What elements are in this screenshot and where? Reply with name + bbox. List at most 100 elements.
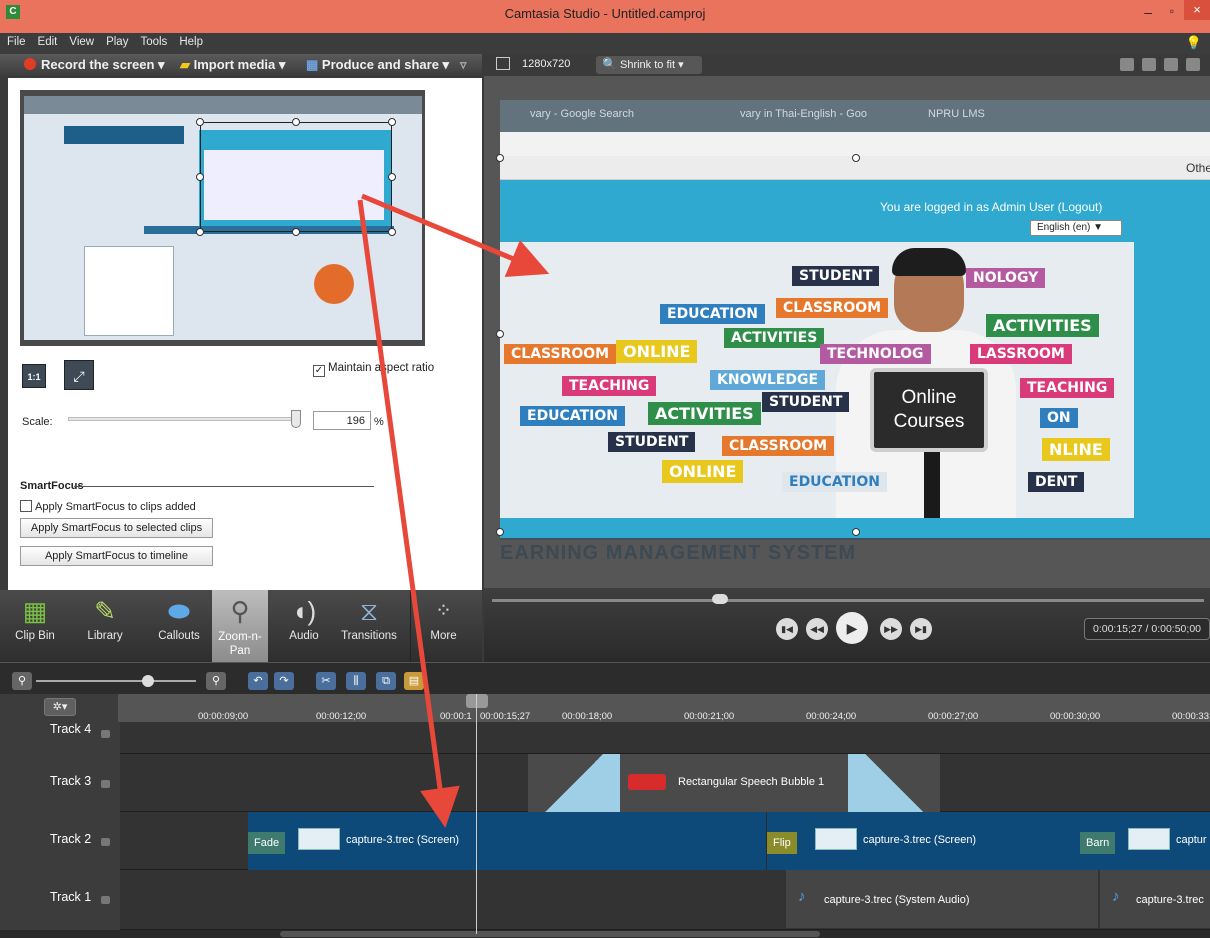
zoom-out-icon[interactable]: ⚲ (12, 672, 32, 690)
screen-clip-1[interactable]: Fade capture-3.trec (Screen) (248, 812, 786, 870)
play-icon[interactable]: ▶ (836, 612, 868, 644)
online-courses-sign: Online Courses (870, 368, 988, 452)
menu-play[interactable]: Play (99, 33, 133, 48)
video-frame: vary - Google Search vary in Thai-Englis… (496, 100, 1210, 564)
preview-canvas[interactable]: vary - Google Search vary in Thai-Englis… (484, 76, 1210, 588)
record-screen-button[interactable]: Record the screen ▾ (24, 57, 165, 73)
transition-barn[interactable]: Barn (1080, 832, 1116, 854)
menu-tools[interactable]: Tools (133, 33, 172, 48)
timeline-scrollbar[interactable] (0, 930, 1210, 938)
task-tabs: ▦ Clip Bin ✎ Library ⬬ Callouts ⚲ Zoom-n- Pa… (0, 590, 482, 662)
track-4: Track 4 (0, 722, 1210, 754)
main-toolbar: Record the screen ▾ ▰ Import media ▾ ▦ P… (0, 54, 482, 76)
split-icon[interactable]: ⫼ (346, 672, 366, 690)
more-icon: ⁘ (435, 600, 452, 622)
menu-help[interactable]: Help (172, 33, 208, 48)
callout-clip[interactable]: Rectangular Speech Bubble 1 (528, 754, 940, 812)
library-icon: ✎ (94, 596, 116, 626)
fullscreen-icon[interactable] (1164, 58, 1178, 71)
transition-fade[interactable]: Fade (248, 832, 286, 854)
lightbulb-icon[interactable]: 💡 (1186, 35, 1202, 51)
scale-slider-thumb[interactable] (291, 410, 301, 428)
speaker-icon: ◖) (291, 596, 317, 626)
pan-hand-icon[interactable] (1142, 58, 1156, 71)
menu-bar: File Edit View Play Tools Help 💡 (0, 33, 1210, 54)
checkbox-checked-icon: ✓ (313, 365, 325, 377)
screen-clip-2[interactable]: Flip capture-3.trec (Screen) (766, 812, 1096, 870)
redo-icon[interactable]: ↷ (274, 672, 294, 690)
timeline-ruler[interactable]: 00:00:09;00 00:00:12;00 00:00:1 00:00:15… (118, 694, 1210, 722)
folder-icon: ▰ (180, 57, 194, 72)
expand-icon: ⤢ (73, 368, 85, 384)
bookmark-folder: Othe (1185, 161, 1210, 175)
menu-view[interactable]: View (62, 33, 99, 48)
tab-transitions[interactable]: ⧖ Transitions (330, 590, 408, 662)
lock-icon[interactable] (101, 838, 110, 846)
scale-slider[interactable] (68, 417, 300, 421)
track-3: Track 3 Rectangular Speech Bubble 1 (0, 754, 1210, 812)
smartfocus-auto-checkbox[interactable]: Apply SmartFocus to clips added (20, 500, 196, 513)
tab-zoom-n-pan[interactable]: ⚲ Zoom-n- Pan (212, 590, 268, 662)
audio-clip-2[interactable]: ♪ capture-3.trec (1100, 870, 1210, 928)
tab-audio[interactable]: ◖) Audio (276, 590, 332, 662)
screen-clip-3[interactable]: Barn captur (1078, 812, 1210, 870)
zoom-n-pan-panel: 1:1 ⤢ ✓ Maintain aspect ratio Scale: 196 … (8, 78, 482, 590)
menu-file[interactable]: File (0, 33, 31, 48)
apply-smartfocus-timeline-button[interactable]: Apply SmartFocus to timeline (20, 546, 213, 566)
lock-icon[interactable] (101, 780, 110, 788)
zoom-dropdown[interactable]: 🔍 Shrink to fit ▾ (596, 56, 702, 74)
scale-label: Scale: (22, 416, 53, 428)
import-media-button[interactable]: ▰ Import media ▾ (180, 57, 285, 73)
browser-address-bar (500, 132, 1210, 156)
tab-more[interactable]: ⁘ More (410, 590, 476, 662)
playhead-handle[interactable] (466, 694, 488, 708)
smartfocus-divider (74, 486, 374, 487)
tab-clip-bin[interactable]: ▦ Clip Bin (0, 590, 70, 662)
banner-image: STUDENT NOLOGY EDUCATION CLASSROOM ACTIV… (500, 242, 1134, 518)
search-icon: 🔍 (602, 57, 617, 71)
minimize-button[interactable]: – (1144, 4, 1152, 20)
one-to-one-button[interactable]: 1:1 (22, 364, 46, 388)
tab-callouts[interactable]: ⬬ Callouts (148, 590, 210, 662)
zoom-preview[interactable] (20, 90, 425, 346)
skip-back-icon[interactable]: ▮◀ (776, 618, 798, 640)
preview-toolbar: 1280x720 🔍 Shrink to fit ▾ (484, 54, 1210, 76)
fast-forward-icon[interactable]: ▶▶ (880, 618, 902, 640)
skip-forward-icon[interactable]: ▶▮ (910, 618, 932, 640)
paste-icon[interactable]: ▤ (404, 672, 424, 690)
close-button[interactable]: × (1184, 0, 1210, 20)
apply-smartfocus-selected-button[interactable]: Apply SmartFocus to selected clips (20, 518, 213, 538)
seek-thumb[interactable] (712, 594, 728, 604)
track-1: Track 1 ♪ capture-3.trec (System Audio) … (0, 870, 1210, 930)
crop-icon[interactable] (1120, 58, 1134, 71)
fit-to-screen-button[interactable]: ⤢ (64, 360, 94, 390)
tab-library[interactable]: ✎ Library (70, 590, 140, 662)
playhead-line (476, 694, 477, 934)
produce-share-button[interactable]: ▦ Produce and share ▾ (306, 57, 449, 73)
detach-icon[interactable] (1186, 58, 1200, 71)
seek-bar[interactable] (492, 599, 1204, 602)
rewind-icon[interactable]: ◀◀ (806, 618, 828, 640)
produce-icon: ▦ (306, 57, 322, 72)
cut-icon[interactable]: ✂ (316, 672, 336, 690)
scale-input[interactable]: 196 (313, 411, 371, 430)
toolbar-overflow-icon[interactable]: ▿ (460, 57, 467, 73)
track-settings-gear-icon[interactable]: ✲▾ (44, 698, 76, 716)
zoom-in-icon[interactable]: ⚲ (206, 672, 226, 690)
copy-icon[interactable]: ⧉ (376, 672, 396, 690)
menu-edit[interactable]: Edit (31, 33, 63, 48)
track-2: Track 2 Fade capture-3.trec (Screen) Fli… (0, 812, 1210, 870)
timeline-zoom-thumb[interactable] (142, 675, 154, 687)
transition-flip[interactable]: Flip (767, 832, 797, 854)
maximize-button[interactable]: ▫ (1170, 4, 1174, 18)
undo-icon[interactable]: ↶ (248, 672, 268, 690)
resolution-icon (496, 57, 510, 70)
resolution-label[interactable]: 1280x720 (522, 58, 570, 70)
audio-clip-1[interactable]: ♪ capture-3.trec (System Audio) (786, 870, 1098, 928)
scale-unit: % (374, 416, 384, 428)
login-status: You are logged in as Admin User (Logout) (880, 200, 1103, 214)
lock-icon[interactable] (101, 730, 110, 738)
lock-icon[interactable] (101, 896, 110, 904)
timeline-zoom-slider[interactable] (36, 680, 196, 682)
maintain-aspect-checkbox[interactable]: ✓ Maintain aspect ratio (313, 362, 434, 377)
